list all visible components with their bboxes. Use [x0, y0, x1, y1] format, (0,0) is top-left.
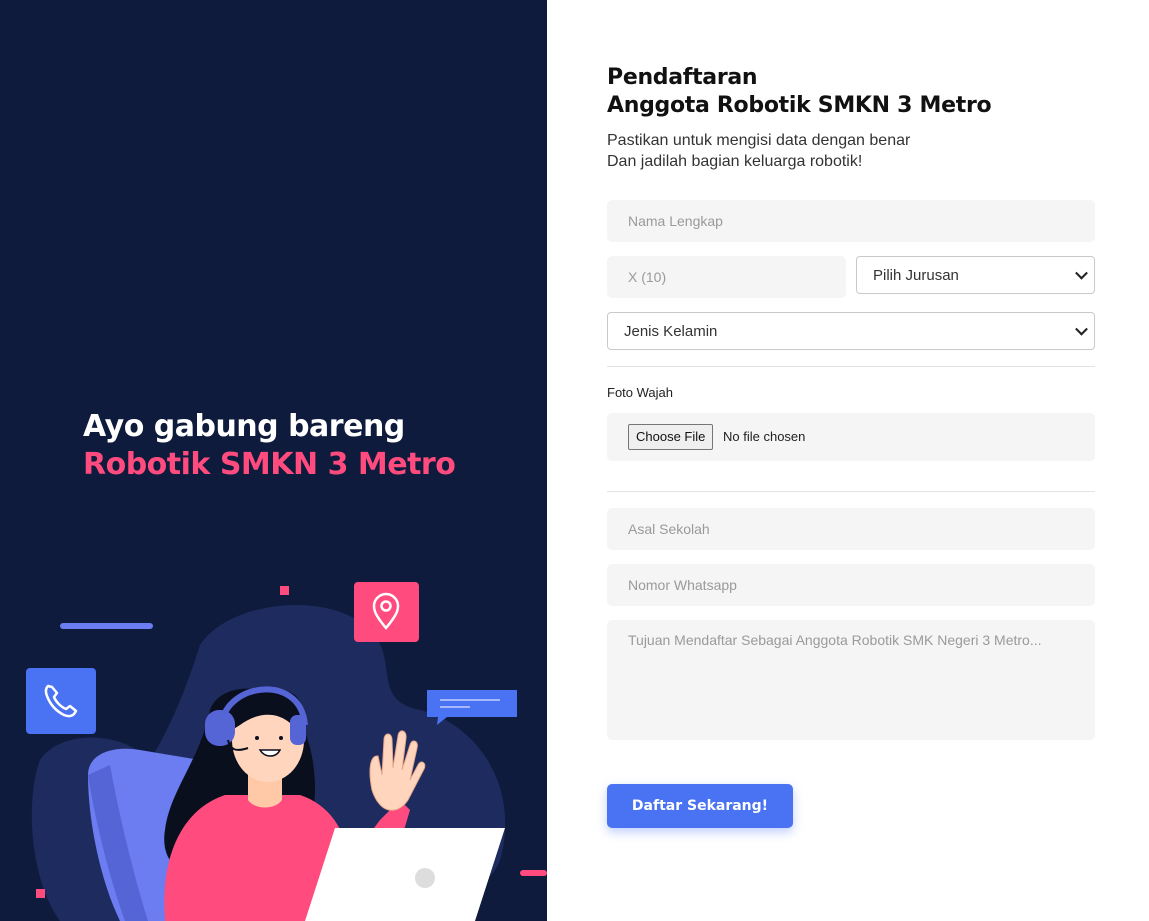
daftar-sekarang-button[interactable]: Daftar Sekarang!	[607, 784, 793, 828]
location-pin-icon	[354, 582, 419, 642]
hero-line-2: Robotik SMKN 3 Metro	[83, 447, 456, 482]
form-panel: Pendaftaran Anggota Robotik SMKN 3 Metro…	[547, 0, 1149, 921]
jenis-kelamin-select-value: Jenis Kelamin	[624, 322, 718, 340]
kelas-input[interactable]	[607, 256, 846, 298]
form-subtitle-line-1: Pastikan untuk mengisi data dengan benar	[607, 132, 911, 149]
hero-line-1: Ayo gabung bareng	[83, 409, 405, 444]
decorative-square	[36, 889, 45, 898]
chevron-down-icon	[1075, 266, 1088, 280]
decorative-square	[280, 586, 289, 595]
form-subtitle-line-2: Dan jadilah bagian keluarga robotik!	[607, 153, 863, 170]
tujuan-mendaftar-textarea[interactable]	[607, 620, 1095, 740]
form-title-line-2: Anggota Robotik SMKN 3 Metro	[607, 93, 992, 118]
foto-wajah-label: Foto Wajah	[607, 385, 673, 400]
choose-file-button[interactable]: Choose File	[628, 424, 714, 450]
laptop	[305, 828, 505, 921]
file-status-text: No file chosen	[723, 429, 806, 444]
jenis-kelamin-select[interactable]: Jenis Kelamin	[607, 312, 1095, 350]
jurusan-select-value: Pilih Jurusan	[873, 266, 959, 284]
form-subtitle: Pastikan untuk mengisi data dengan benar…	[607, 130, 910, 172]
form-title-line-1: Pendaftaran	[607, 65, 758, 90]
nama-lengkap-input[interactable]	[607, 200, 1095, 242]
foto-wajah-file-input: Choose File No file chosen	[607, 413, 1095, 461]
decorative-bar	[60, 623, 153, 629]
form-title: Pendaftaran Anggota Robotik SMKN 3 Metro	[607, 64, 992, 120]
asal-sekolah-input[interactable]	[607, 508, 1095, 550]
support-agent-illustration	[26, 582, 547, 921]
chevron-down-icon	[1075, 322, 1088, 336]
decorative-bar-pink	[520, 870, 547, 876]
left-panel: Ayo gabung bareng Robotik SMKN 3 Metro	[0, 0, 547, 921]
nomor-whatsapp-input[interactable]	[607, 564, 1095, 606]
jurusan-select[interactable]: Pilih Jurusan	[856, 256, 1095, 294]
phone-icon	[26, 668, 96, 734]
divider	[607, 366, 1095, 367]
chat-bubble-icon	[427, 690, 517, 725]
divider	[607, 491, 1095, 492]
hero-heading: Ayo gabung bareng Robotik SMKN 3 Metro	[83, 408, 456, 484]
